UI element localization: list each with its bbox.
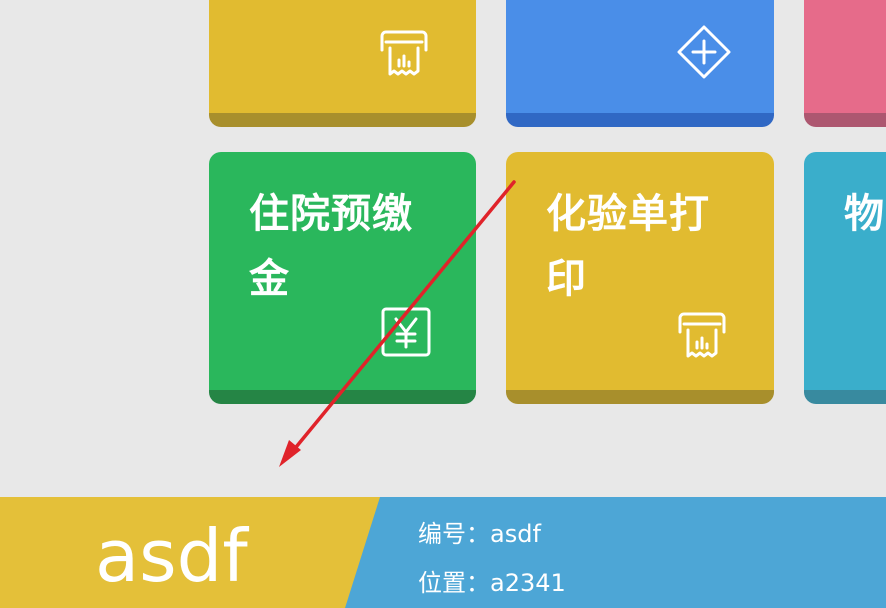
footer-name: asdf [95, 514, 248, 598]
tile-partial-right[interactable]: 物 [804, 152, 886, 404]
tile-lab-report-print[interactable]: 化验单打印 [506, 152, 774, 404]
receipt-print-icon [376, 24, 432, 80]
receipt-print-icon [674, 306, 730, 362]
footer-location: 位置：a2341 [418, 569, 566, 597]
tile-label: 化验单打印 [546, 191, 710, 302]
tile-inpatient-deposit[interactable]: 住院预缴金 [209, 152, 476, 404]
tile-label: 物 [844, 191, 885, 237]
tile-top-right[interactable] [804, 0, 886, 127]
yen-icon [380, 306, 432, 358]
tile-top-left[interactable] [209, 0, 476, 127]
footer-bar: asdf 编号：asdf 位置：a2341 [0, 497, 886, 608]
tile-top-middle[interactable] [506, 0, 774, 127]
tile-label: 住院预缴金 [249, 191, 413, 302]
medical-cross-icon [676, 24, 732, 80]
footer-number: 编号：asdf [418, 520, 541, 548]
